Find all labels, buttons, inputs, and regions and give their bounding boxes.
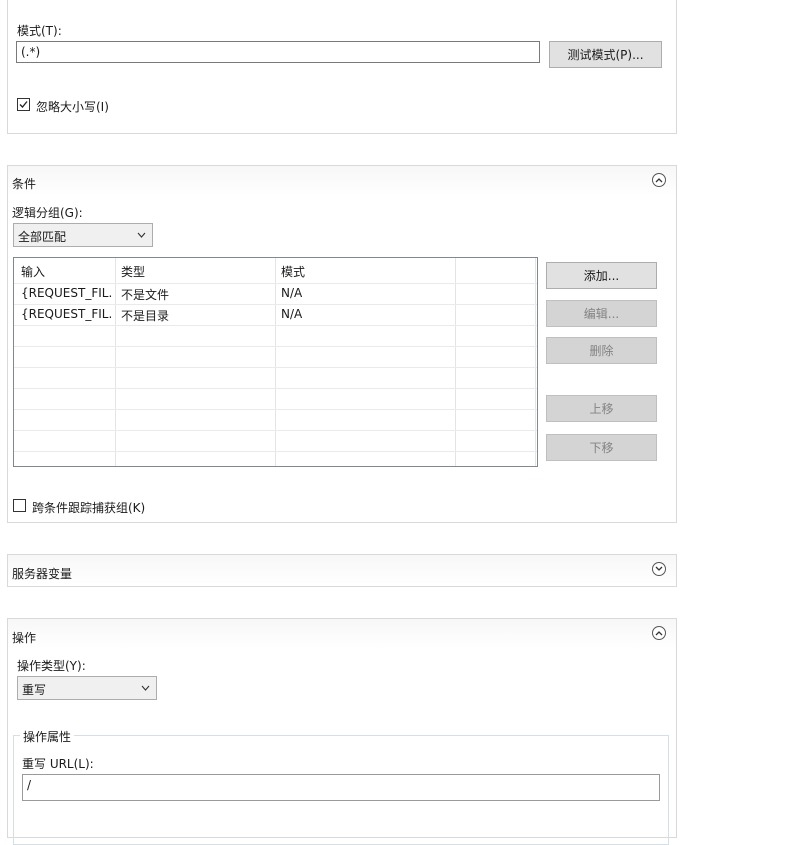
pattern-input[interactable]: (.*) [16,41,540,63]
pattern-label: 模式(T): [17,24,62,38]
cell-input: {REQUEST_FIL... [21,286,113,300]
logical-grouping-select[interactable]: 全部匹配 [13,223,153,247]
row-divider [14,451,537,452]
chevron-down-icon [655,566,663,571]
row-divider [14,388,537,389]
row-divider [14,325,537,326]
conditions-title: 条件 [12,177,37,191]
cell-input: {REQUEST_FIL... [21,307,113,321]
move-up-button[interactable]: 上移 [546,395,657,422]
chevron-down-icon [137,232,146,238]
action-title: 操作 [12,631,37,645]
column-divider [535,258,536,466]
server-variables-panel: 服务器变量 [7,554,677,587]
chevron-up-icon [655,178,663,183]
add-condition-button[interactable]: 添加... [546,262,657,289]
checkmark-icon [19,101,28,108]
logical-grouping-value: 全部匹配 [18,230,67,244]
chevron-down-icon [141,685,150,691]
track-captures-checkbox[interactable] [13,499,26,512]
action-properties-title: 操作属性 [20,728,75,745]
row-divider [14,367,537,368]
column-divider [115,258,116,466]
column-header-input[interactable]: 输入 [21,263,45,280]
row-divider [14,430,537,431]
edit-condition-button[interactable]: 编辑... [546,300,657,327]
conditions-header[interactable]: 条件 [8,166,676,196]
row-divider [14,304,537,305]
cell-pattern: N/A [281,286,303,300]
move-down-button[interactable]: 下移 [546,434,657,461]
rewrite-url-label: 重写 URL(L): [22,757,94,771]
action-type-value: 重写 [22,683,47,697]
test-pattern-button[interactable]: 测试模式(P)... [549,41,662,68]
collapse-action-button[interactable] [652,626,666,640]
rewrite-url-input[interactable]: / [22,774,660,801]
server-variables-title: 服务器变量 [12,567,73,581]
logical-grouping-label: 逻辑分组(G): [12,206,83,220]
chevron-up-icon [655,631,663,636]
remove-condition-button[interactable]: 删除 [546,337,657,364]
row-divider [14,409,537,410]
track-captures-label: 跨条件跟踪捕获组(K) [32,501,146,515]
action-header[interactable]: 操作 [8,619,676,649]
cell-type: 不是文件 [121,288,170,302]
column-divider [275,258,276,466]
column-divider [455,258,456,466]
row-divider [14,346,537,347]
action-type-select[interactable]: 重写 [17,676,157,700]
collapse-conditions-button[interactable] [652,173,666,187]
row-divider [14,283,537,284]
column-header-type[interactable]: 类型 [121,263,145,280]
expand-server-variables-button[interactable] [652,562,666,576]
server-variables-header[interactable]: 服务器变量 [8,555,676,585]
action-type-label: 操作类型(Y): [17,659,86,673]
cell-pattern: N/A [281,307,303,321]
cell-type: 不是目录 [121,309,170,323]
conditions-table[interactable]: 输入 类型 模式 {REQUEST_FIL... 不是文件 N/A {REQUE… [13,257,538,467]
column-header-pattern[interactable]: 模式 [281,263,305,280]
ignore-case-checkbox[interactable] [17,98,30,111]
ignore-case-label: 忽略大小写(I) [36,100,109,114]
